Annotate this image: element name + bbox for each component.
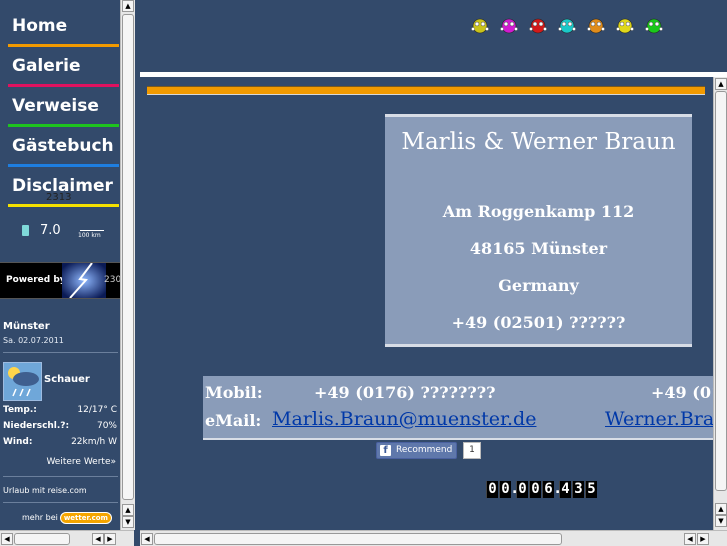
- powered-by-banner[interactable]: Powered by 230: [0, 262, 120, 299]
- contact-panel: Mobil: +49 (0176) ???????? +49 (01 eMail…: [203, 376, 714, 440]
- powered-number: 230: [104, 275, 120, 285]
- weather-row: Wind: 22km/h W: [3, 437, 117, 451]
- year-text: 2313: [46, 192, 72, 203]
- address-phone: +49 (02501) ??????: [451, 313, 626, 332]
- mobil-label: Mobil:: [205, 383, 263, 402]
- divider: [3, 352, 118, 353]
- smiley-icon: [645, 18, 663, 34]
- weather-row: Temp.: 12/17° C: [3, 405, 117, 419]
- divider: [3, 502, 118, 503]
- address-city: 48165 Münster: [469, 239, 608, 258]
- weather-widget: Münster Sa. 02.07.2011 Schauer Temp.: 12…: [0, 316, 120, 530]
- smiley-icon: [616, 18, 634, 34]
- more-at-text: mehr bei: [22, 513, 58, 522]
- weather-key: Temp.:: [3, 405, 37, 415]
- facebook-icon: f: [380, 445, 391, 456]
- smiley-icon: [587, 18, 605, 34]
- lightning-icon: [62, 263, 106, 298]
- counter-digit: 0: [516, 481, 528, 498]
- wetter-logo[interactable]: wetter.com: [59, 512, 112, 524]
- counter-digit: 0: [499, 481, 511, 498]
- counter-digit: 6: [542, 481, 554, 498]
- scroll-left-icon[interactable]: ◀: [684, 533, 696, 545]
- weather-row: Niederschl.?: 70%: [3, 421, 117, 435]
- scroll-thumb[interactable]: [154, 533, 562, 545]
- battery-icon: [22, 225, 29, 236]
- travel-link[interactable]: Urlaub mit reise.com: [3, 486, 87, 495]
- weather-value: 70%: [96, 421, 117, 431]
- counter-digit: 4: [559, 481, 571, 498]
- left-vertical-scrollbar[interactable]: ▲ ▲ ▼: [120, 0, 135, 530]
- divider: [3, 476, 118, 477]
- address-street: Am Roggenkamp 112: [442, 202, 635, 221]
- more-at-link[interactable]: mehr bei wetter.com: [22, 512, 112, 524]
- email-link[interactable]: Werner.Bra: [605, 408, 714, 430]
- scroll-up-icon[interactable]: ▲: [715, 78, 727, 90]
- email-label: eMail:: [205, 411, 262, 430]
- nav-label[interactable]: Gästebuch: [12, 136, 114, 156]
- weather-city: Münster: [3, 321, 50, 332]
- weather-more-link[interactable]: Weitere Werte»: [46, 457, 116, 467]
- scroll-right-icon[interactable]: ▶: [104, 533, 116, 545]
- mobil-number: +49 (0176) ????????: [314, 383, 496, 402]
- scroll-thumb[interactable]: [14, 533, 70, 545]
- recommend-count: 1: [463, 442, 481, 459]
- rain-cloud-icon: [3, 362, 42, 401]
- smiley-row-icon: [471, 18, 663, 34]
- email-link[interactable]: Marlis.Braun@muenster.de: [272, 408, 536, 430]
- header-banner: [140, 0, 727, 72]
- recommend-button[interactable]: f Recommend: [376, 442, 457, 459]
- weather-value: 12/17° C: [77, 405, 117, 415]
- scroll-down-icon[interactable]: ▼: [122, 516, 134, 528]
- right-horizontal-scrollbar[interactable]: ◀ ◀ ▶: [140, 530, 727, 546]
- scroll-thumb[interactable]: [715, 91, 727, 491]
- weather-condition: Schauer: [44, 374, 90, 385]
- scroll-left-icon[interactable]: ◀: [141, 533, 153, 545]
- smiley-icon: [471, 18, 489, 34]
- owner-names: Marlis & Werner Braun: [401, 129, 676, 155]
- nav-label[interactable]: Galerie: [12, 56, 81, 76]
- weather-date: Sa. 02.07.2011: [3, 336, 64, 345]
- smiley-icon: [558, 18, 576, 34]
- right-vertical-scrollbar[interactable]: ▲ ▲ ▼: [713, 77, 727, 530]
- smiley-icon: [500, 18, 518, 34]
- visitor-counter: 0 0.0 0 6.4 3 5: [486, 478, 598, 498]
- left-horizontal-scrollbar[interactable]: ◀ ◀ ▶: [0, 530, 134, 546]
- left-frame: Home Galerie Verweise Gästebuch Disclaim…: [0, 0, 120, 530]
- smiley-icon: [529, 18, 547, 34]
- scroll-right-icon[interactable]: ▶: [697, 533, 709, 545]
- counter-digit: 0: [486, 481, 498, 498]
- weather-key: Niederschl.?:: [3, 421, 70, 431]
- magnitude-value: 7.0: [40, 223, 61, 238]
- weather-key: Wind:: [3, 437, 33, 447]
- scroll-down-icon[interactable]: ▼: [715, 515, 727, 527]
- scroll-left-icon[interactable]: ◀: [1, 533, 13, 545]
- nav-underline: [8, 204, 119, 207]
- orange-rule: [147, 86, 705, 95]
- nav-home[interactable]: Home: [0, 4, 120, 47]
- scroll-left-icon[interactable]: ◀: [92, 533, 104, 545]
- main-content: Marlis & Werner Braun Am Roggenkamp 112 …: [140, 77, 714, 530]
- nav-verweise[interactable]: Verweise: [0, 84, 120, 127]
- nav-label[interactable]: Verweise: [12, 96, 99, 116]
- counter-digit: 0: [529, 481, 541, 498]
- scale-label: 100 km: [78, 232, 101, 239]
- counter-digit: 5: [585, 481, 597, 498]
- recommend-label: Recommend: [396, 445, 453, 455]
- nav-label[interactable]: Home: [12, 16, 67, 36]
- scroll-up-icon[interactable]: ▲: [122, 0, 134, 12]
- scroll-up-icon[interactable]: ▲: [715, 503, 727, 515]
- nav-galerie[interactable]: Galerie: [0, 44, 120, 87]
- scroll-up-icon[interactable]: ▲: [122, 504, 134, 516]
- right-frame: Marlis & Werner Braun Am Roggenkamp 112 …: [140, 0, 727, 546]
- scroll-thumb[interactable]: [122, 14, 134, 500]
- powered-label: Powered by: [6, 275, 66, 285]
- mobil-number: +49 (01: [651, 383, 714, 402]
- counter-digit: 3: [572, 481, 584, 498]
- nav-gaestebuch[interactable]: Gästebuch: [0, 124, 120, 167]
- address-card: Marlis & Werner Braun Am Roggenkamp 112 …: [385, 114, 692, 347]
- weather-value: 22km/h W: [71, 437, 117, 447]
- address-country: Germany: [498, 276, 579, 295]
- earthquake-widget[interactable]: 7.0 100 km: [22, 223, 120, 240]
